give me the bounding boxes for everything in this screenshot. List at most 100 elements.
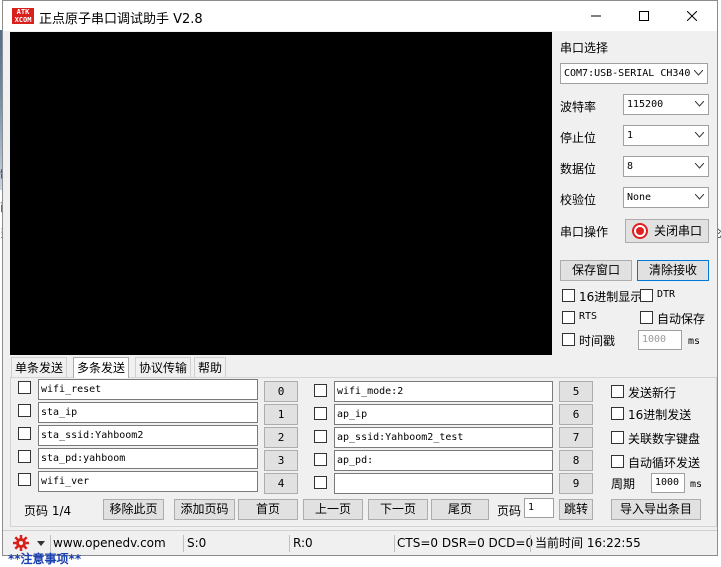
jump-button[interactable]: 跳转 <box>559 499 593 520</box>
tab-protocol[interactable]: 协议传输 <box>135 357 192 377</box>
maximize-icon <box>639 11 649 21</box>
entry-checkbox[interactable] <box>18 404 31 417</box>
period-unit: ms <box>690 479 703 490</box>
tab-single-send[interactable]: 单条发送 <box>11 357 68 377</box>
chevron-down-icon <box>695 163 704 169</box>
entry-checkbox[interactable] <box>314 453 327 466</box>
send-newline-checkbox[interactable] <box>611 385 624 398</box>
last-page-button[interactable]: 尾页 <box>431 499 489 520</box>
gear-icon[interactable] <box>13 535 29 551</box>
tab-multi-send[interactable]: 多条发送 <box>73 357 130 378</box>
auto-save-label: 自动保存 <box>657 312 706 326</box>
entry-send-button[interactable]: 9 <box>559 473 593 494</box>
current-time: 当前时间 16:22:55 <box>535 536 641 550</box>
entry-send-button[interactable]: 7 <box>559 427 593 448</box>
dropdown-arrow-icon[interactable] <box>37 541 45 546</box>
timestamp-interval-input[interactable]: 1000 <box>638 330 682 350</box>
entry-send-button[interactable]: 8 <box>559 450 593 471</box>
entry-send-button[interactable]: 0 <box>264 381 298 402</box>
entry-field[interactable]: sta_pd:yahboom <box>38 448 258 469</box>
chevron-down-icon <box>695 132 704 138</box>
chevron-down-icon <box>695 101 704 107</box>
dtr-checkbox[interactable] <box>640 289 653 302</box>
send-newline-label: 发送新行 <box>628 386 677 400</box>
add-page-button[interactable]: 添加页码 <box>174 499 235 520</box>
first-page-button[interactable]: 首页 <box>238 499 298 520</box>
page-number-input[interactable]: 1 <box>524 498 554 518</box>
page-label: 页码 <box>497 504 522 518</box>
rts-checkbox[interactable] <box>562 311 575 324</box>
entry-field[interactable]: wifi_mode:2 <box>334 381 553 402</box>
minimize-button[interactable] <box>573 1 619 31</box>
entry-send-button[interactable]: 3 <box>264 450 298 471</box>
remove-page-button[interactable]: 移除此页 <box>103 499 164 520</box>
entry-checkbox[interactable] <box>18 381 31 394</box>
minimize-icon <box>591 15 601 17</box>
entry-field[interactable]: sta_ip <box>38 402 258 423</box>
received-count: R:0 <box>293 536 313 550</box>
entry-checkbox[interactable] <box>18 450 31 463</box>
receive-display-area[interactable] <box>10 32 552 355</box>
close-button[interactable] <box>669 1 715 31</box>
background-text: **注意事项** <box>8 552 82 566</box>
link-keyboard-checkbox[interactable] <box>611 431 624 444</box>
window-title: 正点原子串口调试助手 V2.8 <box>39 12 203 27</box>
entry-checkbox[interactable] <box>314 384 327 397</box>
serial-assistant-window: ATK XCOM 正点原子串口调试助手 V2.8 串口选择 COM7:USB-SE… <box>2 0 718 556</box>
status-bar: www.openedv.com S:0 R:0 CTS=0 DSR=0 DCD=… <box>3 530 717 555</box>
tab-help[interactable]: 帮助 <box>194 357 227 377</box>
multi-send-panel: wifi_reset 0 sta_ip 1 sta_ssid:Yahboom2 … <box>10 377 717 527</box>
title-bar[interactable]: ATK XCOM 正点原子串口调试助手 V2.8 <box>3 1 717 31</box>
entry-checkbox[interactable] <box>18 473 31 486</box>
entry-checkbox[interactable] <box>314 430 327 443</box>
entry-checkbox[interactable] <box>18 427 31 440</box>
entry-send-button[interactable]: 5 <box>559 381 593 402</box>
period-input[interactable]: 1000 <box>651 473 685 493</box>
clear-receive-button[interactable]: 清除接收 <box>637 260 709 281</box>
entry-field[interactable]: ap_pd: <box>334 450 553 471</box>
baud-rate-select[interactable]: 115200 <box>623 94 709 115</box>
signal-status: CTS=0 DSR=0 DCD=0 <box>397 536 534 550</box>
stop-bits-select[interactable]: 1 <box>623 125 709 146</box>
entry-field[interactable]: wifi_reset <box>38 379 258 400</box>
hex-send-checkbox[interactable] <box>611 407 624 420</box>
hex-send-label: 16进制发送 <box>628 408 692 422</box>
prev-page-button[interactable]: 上一页 <box>303 499 363 520</box>
entry-send-button[interactable]: 4 <box>264 473 298 494</box>
save-window-button[interactable]: 保存窗口 <box>560 260 632 281</box>
data-bits-select[interactable]: 8 <box>623 156 709 177</box>
auto-loop-checkbox[interactable] <box>611 455 624 468</box>
import-export-button[interactable]: 导入导出条目 <box>611 499 701 520</box>
next-page-button[interactable]: 下一页 <box>368 499 428 520</box>
entry-field[interactable]: sta_ssid:Yahboom2 <box>38 425 258 446</box>
port-select[interactable]: COM7:USB-SERIAL CH340 <box>560 63 708 84</box>
hex-display-checkbox[interactable] <box>562 289 575 302</box>
dtr-label: DTR <box>657 289 676 300</box>
entry-field[interactable]: ap_ssid:Yahboom2_test <box>334 427 553 448</box>
port-operation-label: 串口操作 <box>560 225 609 239</box>
sent-count: S:0 <box>187 536 207 550</box>
timestamp-unit: ms <box>688 336 701 347</box>
maximize-button[interactable] <box>621 1 667 31</box>
entry-field[interactable] <box>334 473 553 494</box>
entry-send-button[interactable]: 1 <box>264 404 298 425</box>
entry-send-button[interactable]: 6 <box>559 404 593 425</box>
timestamp-label: 时间戳 <box>579 334 616 348</box>
rts-label: RTS <box>579 311 598 322</box>
entry-checkbox[interactable] <box>314 407 327 420</box>
chevron-down-icon <box>694 70 703 76</box>
entry-field[interactable]: wifi_ver <box>38 471 258 492</box>
app-logo: ATK XCOM <box>12 8 34 24</box>
auto-save-checkbox[interactable] <box>640 311 653 324</box>
chevron-down-icon <box>695 194 704 200</box>
timestamp-checkbox[interactable] <box>562 333 575 346</box>
entry-field[interactable]: ap_ip <box>334 404 553 425</box>
entry-checkbox[interactable] <box>314 476 327 489</box>
parity-select[interactable]: None <box>623 187 709 208</box>
hex-display-label: 16进制显示 <box>579 290 643 304</box>
period-label: 周期 <box>611 477 636 491</box>
page-info: 页码 1/4 <box>24 504 72 518</box>
entry-send-button[interactable]: 2 <box>264 427 298 448</box>
close-port-button[interactable]: 关闭串口 <box>625 219 709 243</box>
stop-bits-label: 停止位 <box>560 131 597 145</box>
